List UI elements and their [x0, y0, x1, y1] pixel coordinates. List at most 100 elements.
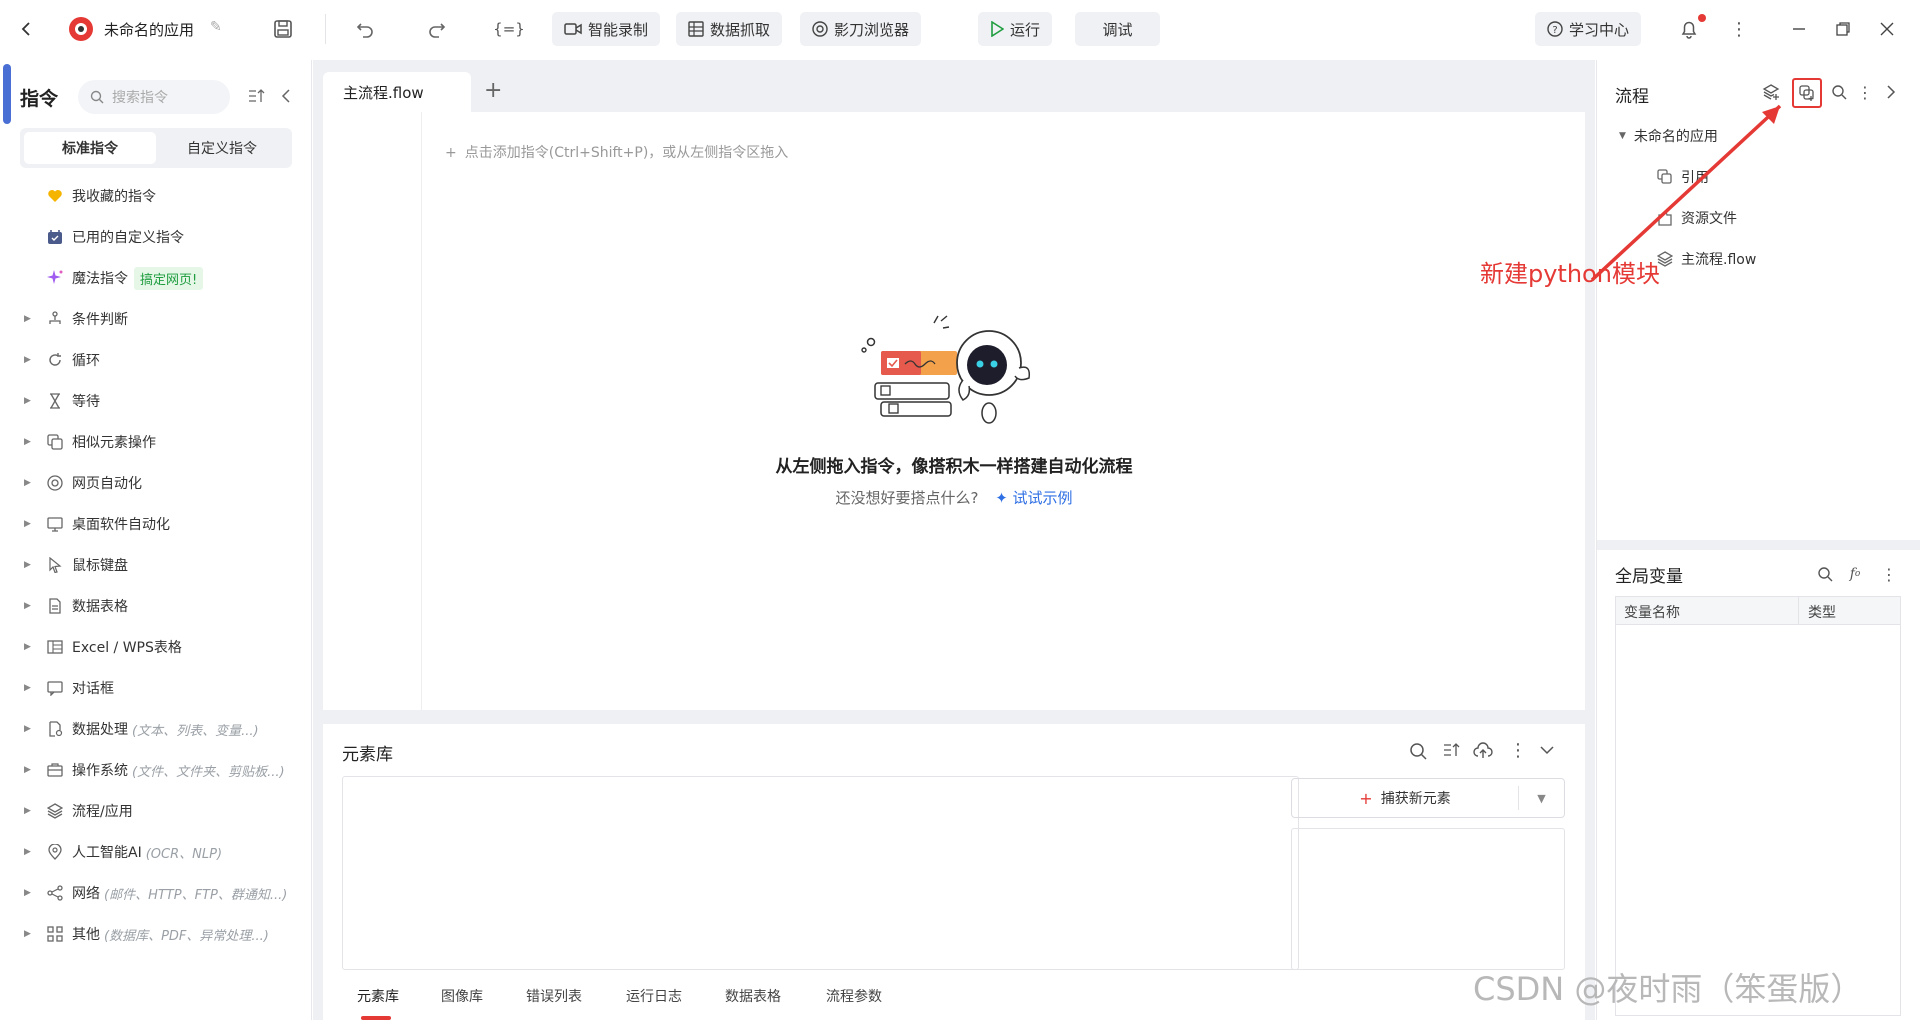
- save-icon[interactable]: [270, 16, 296, 42]
- sort-icon[interactable]: [1443, 742, 1461, 758]
- upload-cloud-icon[interactable]: [1473, 742, 1493, 760]
- branch-icon: [44, 309, 66, 329]
- sort-icon[interactable]: [248, 88, 266, 104]
- cursor-icon: [44, 555, 66, 575]
- add-command-hint[interactable]: + 点击添加指令(Ctrl+Shift+P)，或从左侧指令区拖入: [445, 142, 788, 162]
- caret-right-icon[interactable]: ▶: [24, 765, 38, 775]
- redo-icon[interactable]: [424, 16, 450, 42]
- category-item[interactable]: ▶ 鼠标键盘: [24, 551, 128, 579]
- category-item[interactable]: ▶ 相似元素操作: [24, 428, 156, 456]
- caret-right-icon[interactable]: ▶: [24, 601, 38, 611]
- empty-state-title: 从左侧拖入指令，像搭积木一样搭建自动化流程: [775, 457, 1133, 477]
- variable-braces-icon[interactable]: {=}: [493, 16, 525, 42]
- app-title[interactable]: 未命名的应用: [104, 19, 194, 40]
- active-tab-indicator: [361, 1016, 391, 1020]
- category-item[interactable]: ▶ 网络 (邮件、HTTP、FTP、群通知...): [24, 879, 287, 907]
- chevron-down-icon[interactable]: [1539, 744, 1555, 756]
- column-divider: [1798, 597, 1799, 625]
- caret-right-icon[interactable]: ▶: [24, 724, 38, 734]
- more-vertical-icon[interactable]: ⋮: [1853, 80, 1877, 104]
- category-label: 鼠标键盘: [72, 558, 128, 574]
- search-icon[interactable]: [1827, 80, 1851, 104]
- category-label: 数据表格: [72, 599, 128, 615]
- loop-icon: [44, 350, 66, 370]
- run-button[interactable]: 运行: [978, 12, 1053, 46]
- caret-right-icon[interactable]: ▶: [24, 888, 38, 898]
- bottom-tab[interactable]: 错误列表: [526, 986, 582, 1006]
- excel-icon: [44, 637, 66, 657]
- category-item[interactable]: ▶ 流程/应用: [24, 797, 133, 825]
- bottom-tab[interactable]: 流程参数: [826, 986, 882, 1006]
- more-vertical-icon[interactable]: ⋮: [1877, 562, 1901, 586]
- category-item[interactable]: ▶ 人工智能AI (OCR、NLP): [24, 838, 222, 866]
- debug-button[interactable]: 调试: [1075, 12, 1160, 46]
- category-item[interactable]: ▶ Excel / WPS表格: [24, 633, 182, 661]
- command-search-input[interactable]: 搜索指令: [78, 80, 230, 114]
- tab-custom[interactable]: 自定义指令: [156, 132, 288, 164]
- element-library-panel: 元素库 ⋮ + 捕获新元素 ▼ 元素库 图像库 错误列表 运行日志 数据表格 流程参数: [323, 724, 1585, 1020]
- category-item[interactable]: ▶ 数据表格: [24, 592, 128, 620]
- category-item[interactable]: ▶ 数据处理 (文本、列表、变量...): [24, 715, 259, 743]
- undo-icon[interactable]: [352, 16, 378, 42]
- caret-right-icon[interactable]: ▶: [24, 396, 38, 406]
- caret-right-icon[interactable]: ▶: [24, 806, 38, 816]
- caret-right-icon[interactable]: ▶: [24, 437, 38, 447]
- category-item[interactable]: ▶ 等待: [24, 387, 100, 415]
- bottom-tab[interactable]: 数据表格: [725, 986, 781, 1006]
- category-item[interactable]: ▶ 循环: [24, 346, 100, 374]
- category-item[interactable]: ▶ 对话框: [24, 674, 114, 702]
- notification-dot: [1698, 14, 1706, 22]
- category-item[interactable]: ▶ 条件判断: [24, 305, 128, 333]
- back-icon[interactable]: [14, 16, 40, 42]
- caret-right-icon[interactable]: ▶: [24, 519, 38, 529]
- caret-right-icon[interactable]: ▶: [24, 478, 38, 488]
- more-vertical-icon[interactable]: ⋮: [1726, 16, 1752, 42]
- caret-right-icon[interactable]: ▶: [24, 314, 38, 324]
- category-label: 对话框: [72, 681, 114, 697]
- caret-right-icon[interactable]: ▶: [24, 560, 38, 570]
- capture-element-button[interactable]: + 捕获新元素 ▼: [1291, 778, 1565, 818]
- top-toolbar: 未命名的应用 ✎ {=} 智能录制 数据抓取 影刀浏览器 运行 调试 ? 学习中…: [0, 0, 1920, 60]
- magic-tag-badge[interactable]: 搞定网页!: [134, 266, 204, 290]
- panel-scrollbar[interactable]: [3, 64, 11, 124]
- add-tab-icon[interactable]: +: [484, 78, 502, 103]
- caret-right-icon[interactable]: ▶: [24, 683, 38, 693]
- close-icon[interactable]: [1874, 16, 1900, 42]
- tab-standard[interactable]: 标准指令: [24, 132, 156, 164]
- search-icon[interactable]: [1409, 742, 1427, 760]
- bottom-tab[interactable]: 运行日志: [626, 986, 682, 1006]
- caret-right-icon[interactable]: ▶: [24, 355, 38, 365]
- caret-right-icon[interactable]: ▶: [24, 847, 38, 857]
- category-label: 桌面软件自动化: [72, 517, 170, 533]
- collapse-panel-icon[interactable]: [280, 88, 292, 104]
- category-item[interactable]: ▶ 网页自动化: [24, 469, 142, 497]
- search-icon[interactable]: [1813, 562, 1837, 586]
- category-item[interactable]: ▶ 其他 (数据库、PDF、异常处理...): [24, 920, 269, 948]
- chevron-right-icon[interactable]: [1879, 80, 1903, 104]
- caret-right-icon[interactable]: ▶: [24, 929, 38, 939]
- element-list-area[interactable]: [342, 776, 1299, 970]
- minimize-icon[interactable]: [1786, 16, 1812, 42]
- play-icon: [990, 21, 1004, 37]
- data-capture-button[interactable]: 数据抓取: [676, 12, 783, 46]
- capture-dropdown-icon[interactable]: ▼: [1518, 786, 1564, 810]
- more-vertical-icon[interactable]: ⋮: [1509, 740, 1527, 761]
- browser-button[interactable]: 影刀浏览器: [800, 12, 922, 46]
- function-icon[interactable]: fo: [1843, 562, 1867, 586]
- used-custom-item[interactable]: 已用的自定义指令: [24, 223, 184, 251]
- maximize-icon[interactable]: [1830, 16, 1856, 42]
- magic-item[interactable]: 魔法指令 搞定网页!: [24, 264, 204, 292]
- category-item[interactable]: ▶ 桌面软件自动化: [24, 510, 170, 538]
- edit-title-icon[interactable]: ✎: [210, 19, 222, 35]
- panel-divider: [1597, 540, 1920, 550]
- smart-record-button[interactable]: 智能录制: [552, 12, 661, 46]
- favorites-item[interactable]: 我收藏的指令: [24, 182, 156, 210]
- flow-editor[interactable]: + 点击添加指令(Ctrl+Shift+P)，或从左侧指令区拖入 从左侧拖入指令，…: [323, 112, 1585, 710]
- bottom-tab[interactable]: 元素库: [357, 986, 399, 1006]
- bottom-tab[interactable]: 图像库: [441, 986, 483, 1006]
- learning-center-button[interactable]: ? 学习中心: [1535, 12, 1642, 46]
- tab-main-flow[interactable]: 主流程.flow: [323, 72, 471, 112]
- category-item[interactable]: ▶ 操作系统 (文件、文件夹、剪贴板...): [24, 756, 285, 784]
- try-example-link[interactable]: ✦ 试试示例: [995, 489, 1072, 507]
- caret-right-icon[interactable]: ▶: [24, 642, 38, 652]
